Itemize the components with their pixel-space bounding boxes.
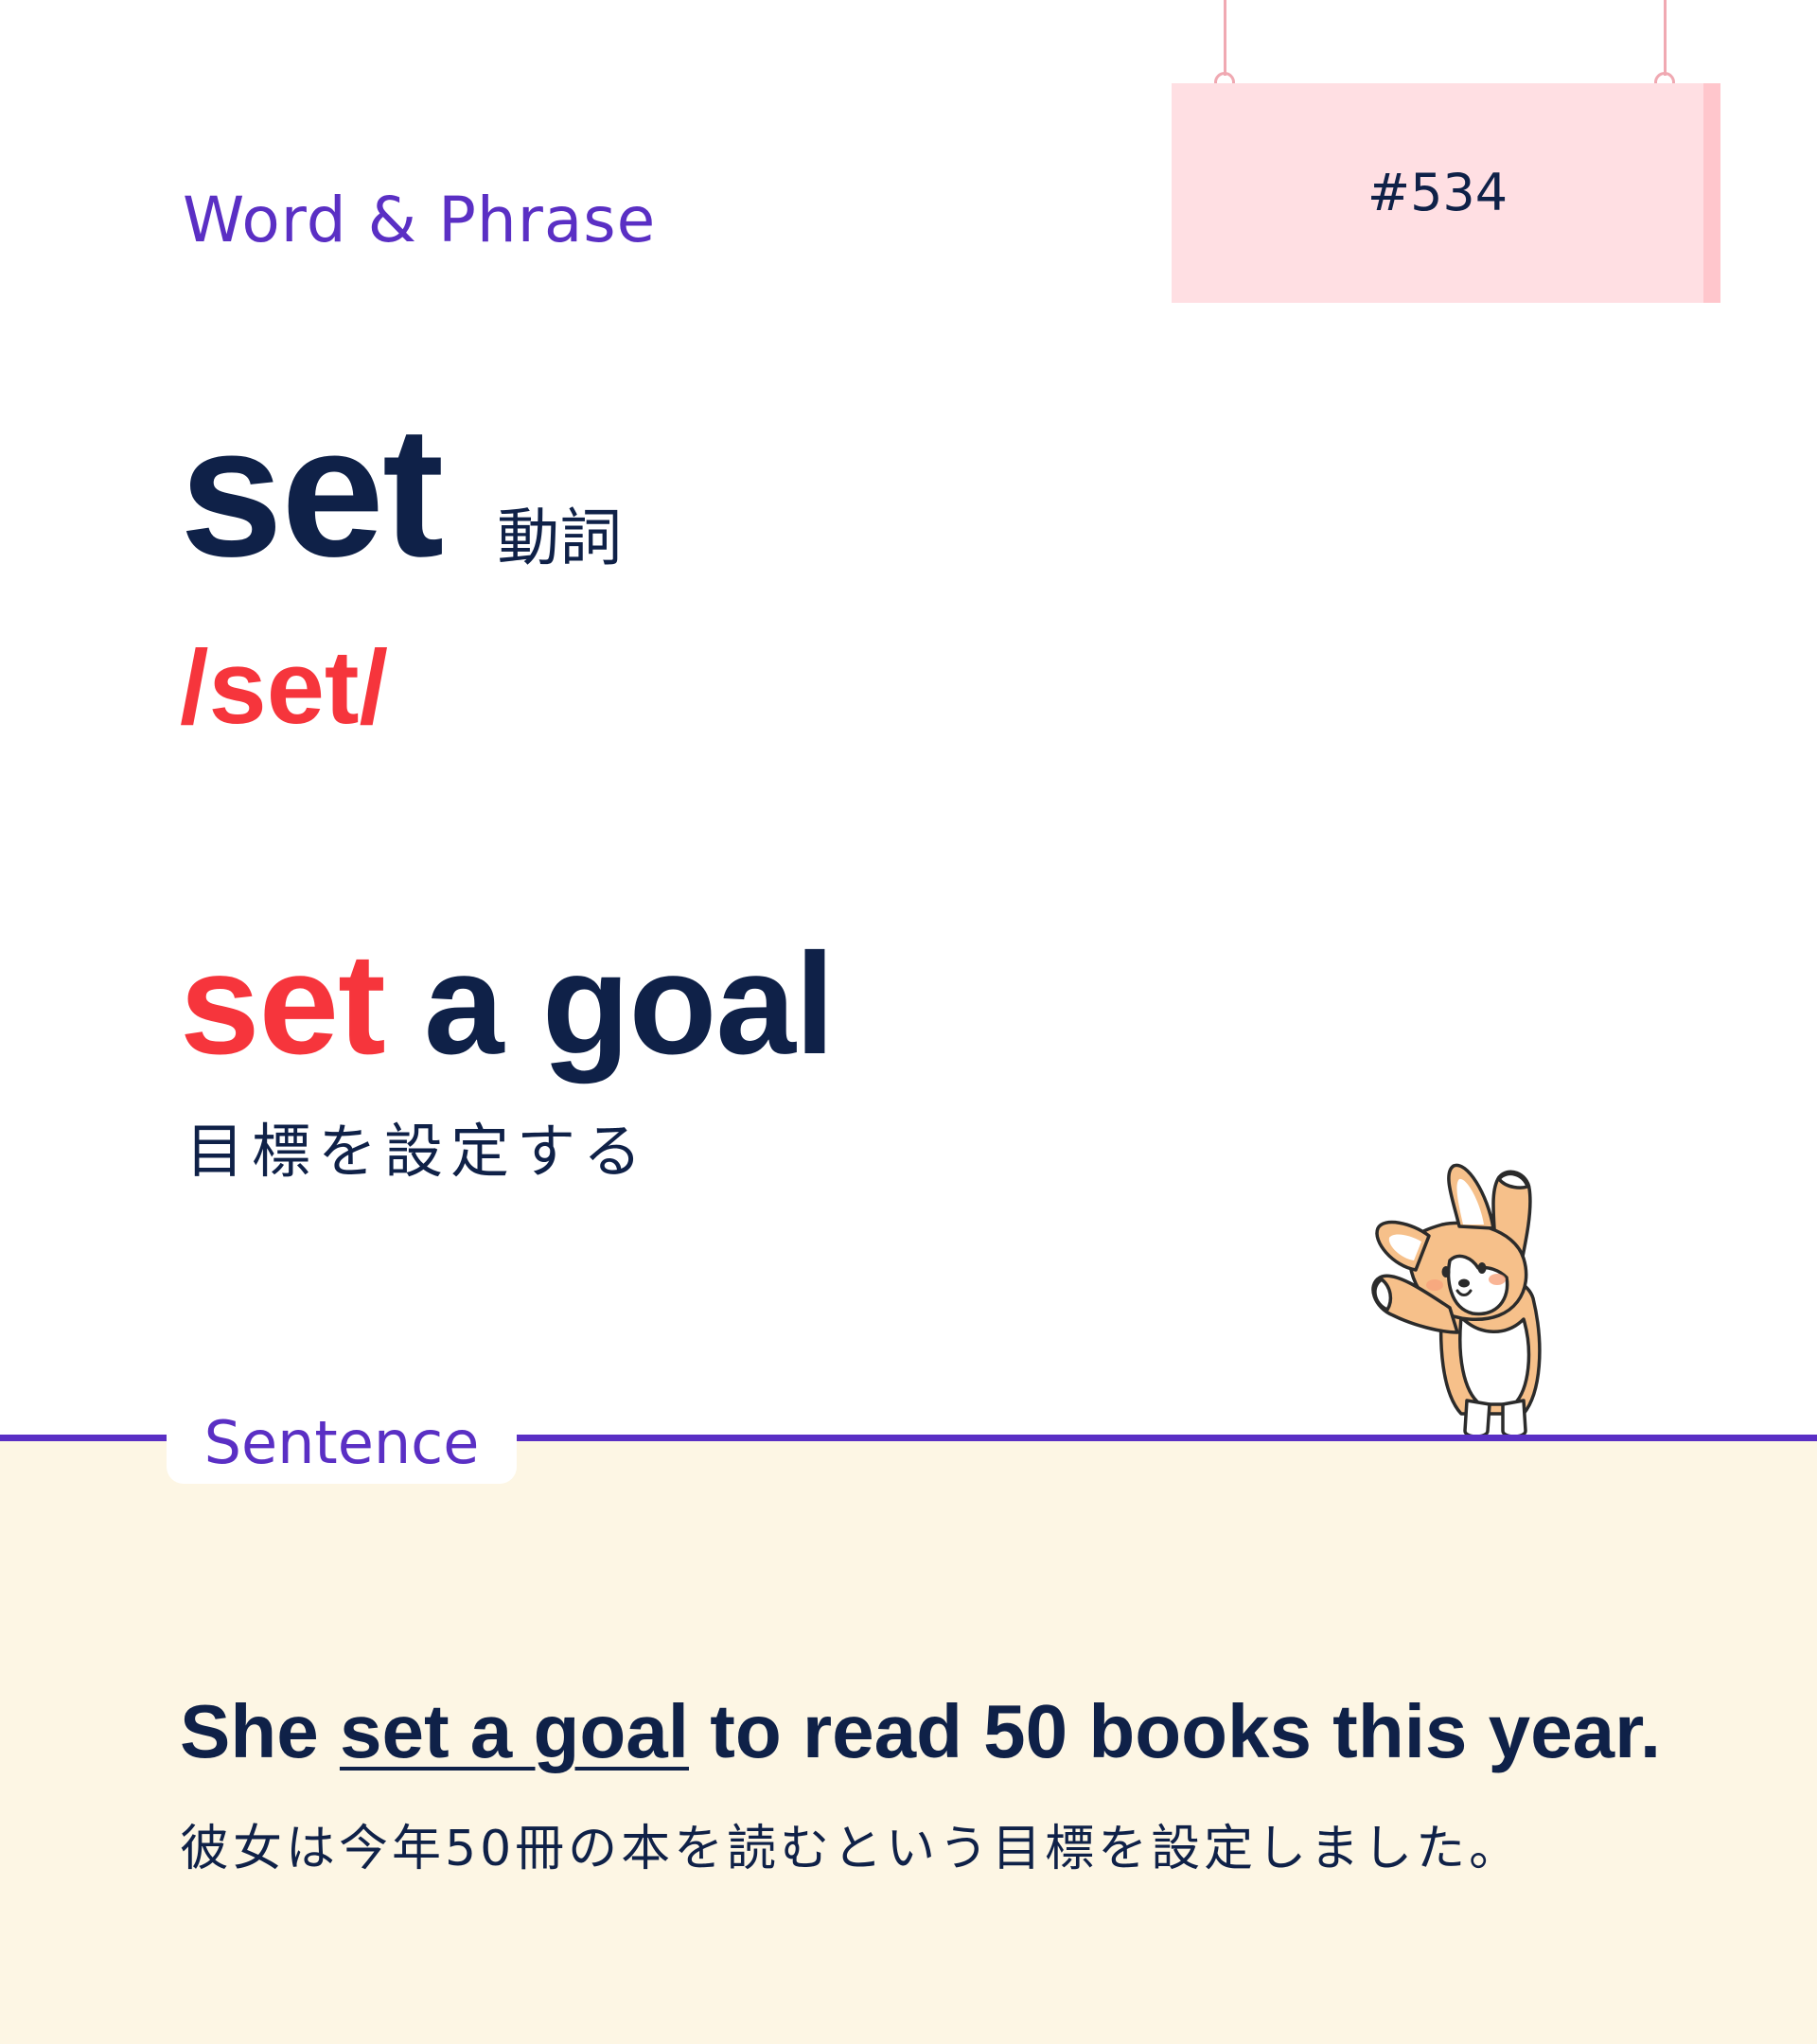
sentence-after: to read 50 books this year. — [688, 1689, 1662, 1773]
pronunciation: /set/ — [180, 629, 389, 746]
phrase: set a goal — [180, 932, 835, 1076]
corgi-stretching-icon — [1371, 1163, 1542, 1438]
category-label: Word & Phrase — [183, 184, 657, 256]
part-of-speech: 動詞 — [497, 502, 623, 574]
sign-string-right — [1664, 0, 1667, 76]
phrase-translation: 目標を設定する — [185, 1117, 650, 1186]
phrase-rest: a goal — [384, 924, 835, 1084]
sentence-translation: 彼女は今年50冊の本を読むという目標を設定しました。 — [180, 1821, 1523, 1877]
sentence-underlined-phrase: set a goal — [339, 1689, 689, 1773]
sentence-section-label: Sentence — [167, 1402, 517, 1484]
example-sentence: She set a goal to read 50 books this yea… — [180, 1694, 1661, 1770]
entry-number-sign: #534 — [1172, 83, 1720, 303]
phrase-highlight: set — [180, 924, 386, 1084]
sign-edge — [1703, 83, 1720, 303]
entry-number: #534 — [1367, 163, 1508, 222]
headword: set — [180, 388, 444, 595]
sign-string-left — [1224, 0, 1226, 76]
headword-row: set 動詞 — [180, 388, 623, 595]
sentence-before: She — [180, 1689, 340, 1773]
